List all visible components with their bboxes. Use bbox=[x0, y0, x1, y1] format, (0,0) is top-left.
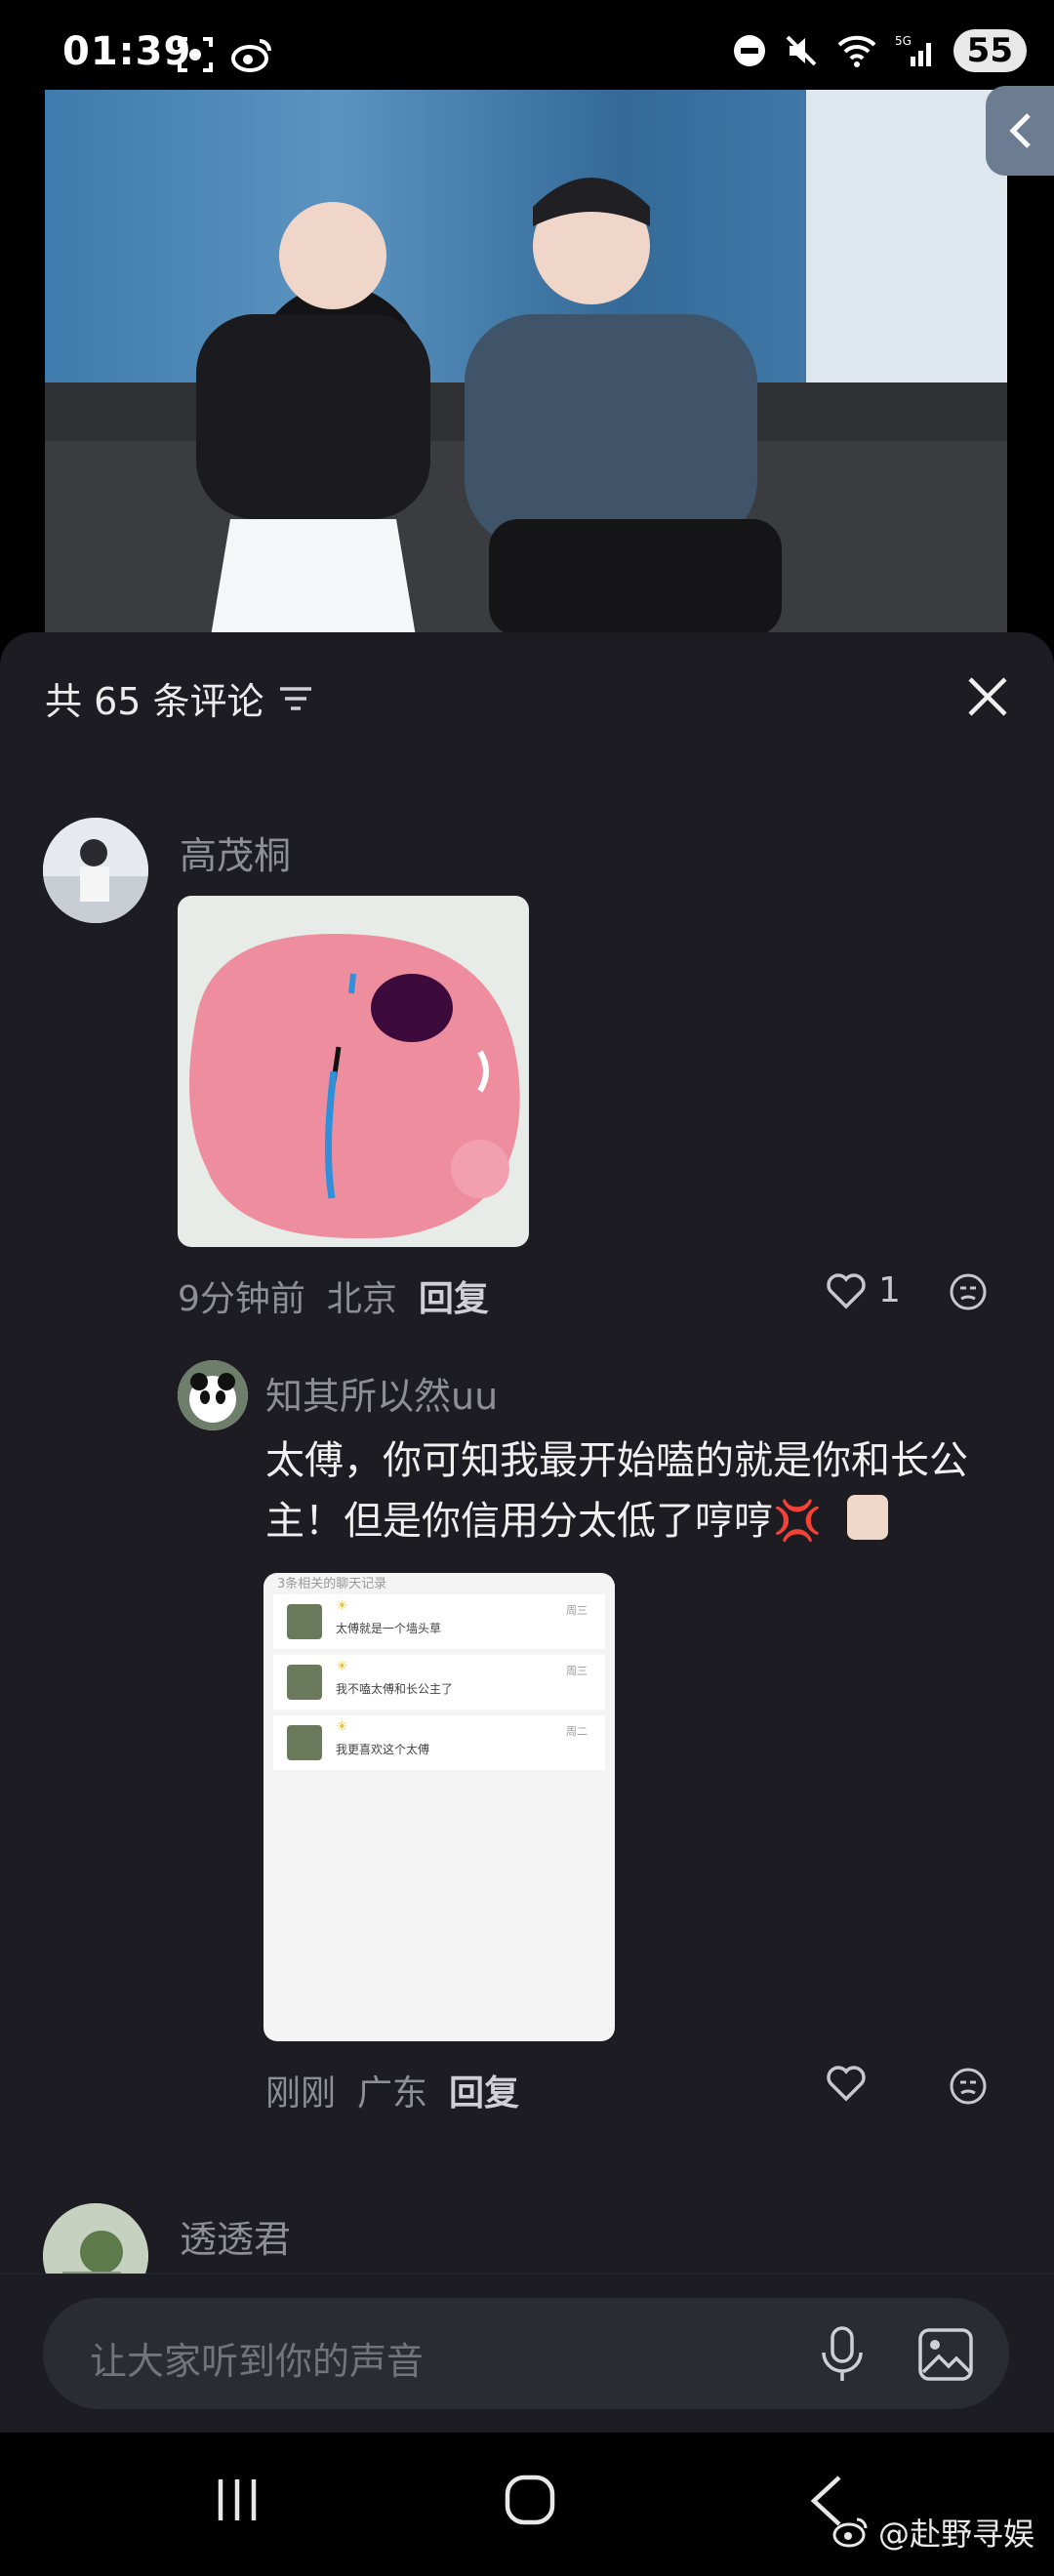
emoji-icon[interactable] bbox=[949, 2067, 988, 2106]
sticker-image[interactable] bbox=[178, 896, 529, 1247]
like-count: 1 bbox=[878, 1270, 901, 1310]
panda-avatar-image bbox=[178, 1360, 248, 1430]
weibo-icon bbox=[832, 2517, 868, 2548]
comment-username[interactable]: 透透君 bbox=[180, 2209, 291, 2263]
emoji-icon[interactable] bbox=[949, 1272, 988, 1311]
emoji-sticker-icon bbox=[847, 1495, 888, 1540]
row-text: 我更喜欢这个太傅 bbox=[336, 1743, 430, 1756]
wifi-icon bbox=[837, 35, 876, 67]
row-avatar bbox=[287, 1725, 322, 1760]
comments-count-title: 共 65 条评论 bbox=[45, 680, 264, 723]
sun-icon: ☀ bbox=[336, 1598, 348, 1614]
row-text: 太傅就是一个墙头草 bbox=[336, 1622, 442, 1635]
video-frame bbox=[45, 90, 1007, 636]
battery-indicator: 55 bbox=[953, 29, 1027, 72]
comment-input[interactable]: 让大家听到你的声音 bbox=[43, 2298, 1009, 2409]
system-status: 5G 55 bbox=[733, 29, 1027, 72]
row-day: 周三 bbox=[566, 1665, 588, 1677]
nav-home-icon[interactable] bbox=[504, 2474, 556, 2526]
row-avatar bbox=[287, 1604, 322, 1639]
comment-meta: 9分钟前 北京 回复 bbox=[178, 1270, 489, 1321]
comment-composer: 让大家听到你的声音 bbox=[0, 2274, 1054, 2433]
like-button[interactable]: 1 bbox=[826, 1270, 901, 1310]
avatar[interactable] bbox=[43, 818, 148, 923]
comment-username[interactable]: 高茂桐 bbox=[180, 825, 291, 879]
like-button[interactable] bbox=[826, 2065, 867, 2102]
heart-icon bbox=[827, 2066, 866, 2102]
chevron-left-icon bbox=[1009, 113, 1031, 148]
collapse-tab[interactable] bbox=[986, 86, 1054, 176]
comment-location: 北京 bbox=[326, 1279, 397, 1319]
row-text: 我不嗑太傅和长公主了 bbox=[336, 1682, 454, 1696]
reply-username[interactable]: 知其所以然uu bbox=[265, 1366, 498, 1420]
video-player[interactable] bbox=[45, 90, 1007, 636]
row-avatar bbox=[287, 1665, 322, 1700]
sun-icon: ☀ bbox=[336, 1659, 348, 1674]
comment-time: 9分钟前 bbox=[178, 1279, 305, 1319]
avatar[interactable] bbox=[178, 1360, 248, 1430]
row-day: 周三 bbox=[566, 1604, 588, 1617]
signal-icon: 5G bbox=[895, 34, 931, 66]
weibo-notification-icon bbox=[231, 39, 271, 72]
reply-button[interactable]: 回复 bbox=[419, 1270, 489, 1321]
close-icon[interactable] bbox=[966, 675, 1009, 718]
screenshot-row: ☀ 太傅就是一个墙头草 周三 bbox=[273, 1594, 605, 1649]
sticker-art bbox=[178, 896, 529, 1247]
avatar-image bbox=[43, 818, 148, 923]
dnd-icon bbox=[733, 35, 765, 66]
reply-text-line2: 主！但是你信用分太低了哼哼💢 bbox=[265, 1499, 822, 1544]
system-nav-bar: @赴野寻娱 bbox=[0, 2433, 1054, 2576]
sort-icon[interactable] bbox=[278, 684, 313, 713]
screenshot-row: ☀ 我更喜欢这个太傅 周二 bbox=[273, 1715, 605, 1770]
mute-icon bbox=[786, 35, 817, 66]
clock: 01:39 bbox=[62, 29, 192, 74]
row-day: 周二 bbox=[566, 1725, 588, 1738]
mic-icon[interactable] bbox=[818, 2325, 867, 2384]
heart-icon bbox=[827, 1272, 866, 1308]
notification-icons bbox=[176, 35, 273, 74]
comment-input-placeholder: 让大家听到你的声音 bbox=[90, 2340, 425, 2383]
reply-time: 刚刚 bbox=[265, 2073, 337, 2113]
reply-location: 广东 bbox=[357, 2073, 428, 2113]
comments-header: 共 65 条评论 bbox=[45, 671, 313, 725]
image-icon[interactable] bbox=[917, 2327, 974, 2382]
sun-icon: ☀ bbox=[336, 1719, 348, 1735]
svg-text:5G: 5G bbox=[895, 34, 912, 48]
reply-meta: 刚刚 广东 回复 bbox=[265, 2065, 519, 2115]
comments-sheet: 共 65 条评论 高茂桐 9分钟前 北京 回复 1 知其所以然uu 太傅，你可知… bbox=[0, 632, 1054, 2433]
watermark: @赴野寻娱 bbox=[831, 2510, 1034, 2555]
screenshot-header: 3条相关的聊天记录 bbox=[277, 1577, 387, 1591]
screenshot-row: ☀ 我不嗑太傅和长公主了 周三 bbox=[273, 1655, 605, 1710]
chat-screenshot-image[interactable]: 3条相关的聊天记录 ☀ 太傅就是一个墙头草 周三 ☀ 我不嗑太傅和长公主了 周三… bbox=[264, 1573, 615, 2041]
reply-text-line1: 太傅，你可知我最开始嗑的就是你和长公 bbox=[265, 1438, 968, 1483]
nav-recents-icon[interactable] bbox=[213, 2475, 262, 2524]
watermark-text: @赴野寻娱 bbox=[877, 2516, 1034, 2553]
screenshot-icon bbox=[178, 37, 213, 72]
reply-button[interactable]: 回复 bbox=[449, 2065, 519, 2115]
